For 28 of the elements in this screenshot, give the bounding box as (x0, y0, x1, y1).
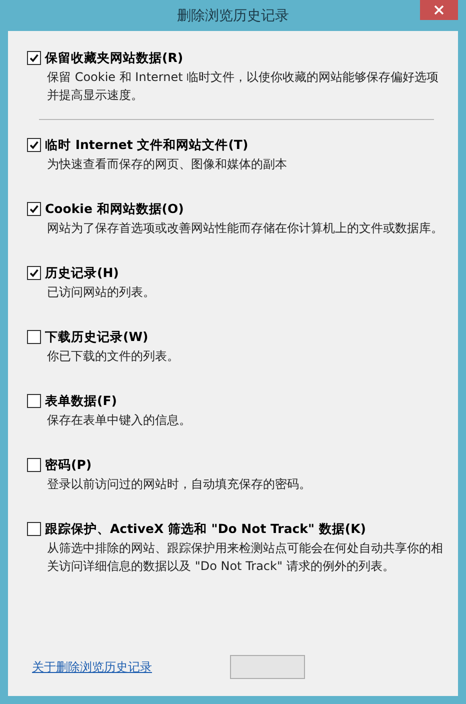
option-label[interactable]: 表单数据(F) (45, 392, 117, 410)
close-icon (434, 5, 444, 15)
option-description: 从筛选中排除的网站、跟踪保护用来检测站点可能会在何处自动共享你的相关访问详细信息的数据以及 "Do Not Track" 请求的例外的列表。 (47, 540, 444, 575)
option-description: 为快速查看而保存的网页、图像和媒体的副本 (47, 156, 288, 173)
option-label[interactable]: 临时 Internet 文件和网站文件(T) (45, 136, 248, 154)
checkbox[interactable] (27, 266, 41, 280)
option-description: 保存在表单中键入的信息。 (47, 412, 192, 429)
checkbox[interactable] (27, 522, 41, 536)
checkbox[interactable] (27, 458, 41, 472)
checkbox[interactable] (27, 138, 41, 152)
option-description: 你已下载的文件的列表。 (47, 348, 180, 365)
option-label[interactable]: 跟踪保护、ActiveX 筛选和 "Do Not Track" 数据(K) (45, 520, 366, 538)
close-button[interactable] (420, 0, 458, 20)
option-description: 保留 Cookie 和 Internet 临时文件，以使你收藏的网站能够保存偏好选项并提高显示速度。 (47, 69, 440, 104)
option-label[interactable]: 历史记录(H) (45, 264, 119, 282)
option-description: 已访问网站的列表。 (47, 284, 156, 301)
checkbox[interactable] (27, 394, 41, 408)
checkbox[interactable] (27, 202, 41, 216)
checkbox[interactable] (27, 330, 41, 344)
option-label[interactable]: Cookie 和网站数据(O) (45, 200, 184, 218)
option-label[interactable]: 下载历史记录(W) (45, 328, 148, 346)
option-label[interactable]: 保留收藏夹网站数据(R) (45, 50, 184, 66)
window-title: 删除浏览历史记录 (177, 6, 289, 24)
option-description: 网站为了保存首选项或改善网站性能而存储在你计算机上的文件或数据库。 (47, 220, 444, 237)
option-description: 登录以前访问过的网站时，自动填充保存的密码。 (47, 476, 312, 493)
checkbox[interactable] (27, 51, 41, 65)
help-link[interactable]: 关于删除浏览历史记录 (32, 658, 152, 676)
option-label[interactable]: 密码(P) (45, 456, 92, 474)
